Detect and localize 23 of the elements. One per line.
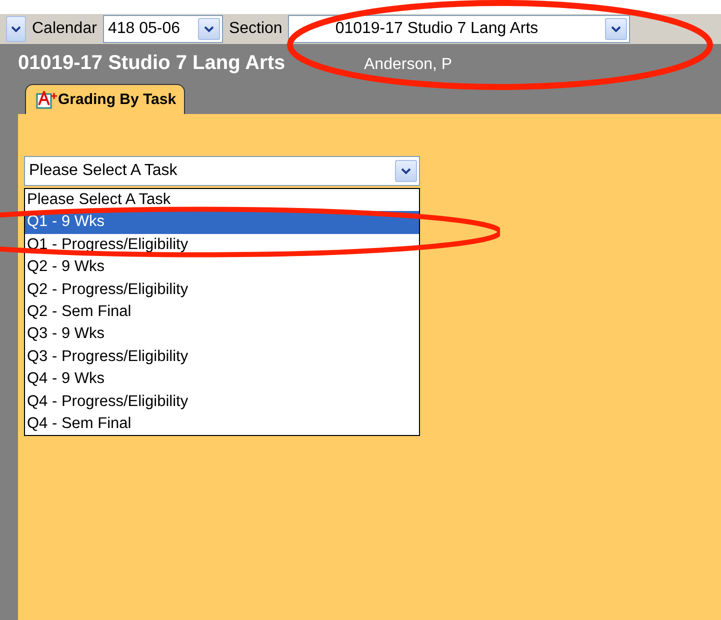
chevron-down-icon — [401, 168, 411, 174]
dropdown-button[interactable] — [6, 16, 26, 42]
task-option[interactable]: Please Select A Task — [25, 189, 419, 212]
section-dropdown[interactable]: 01019-17 Studio 7 Lang Arts — [288, 15, 630, 43]
grade-icon — [36, 90, 58, 108]
chevron-down-icon — [204, 26, 214, 32]
tab[interactable]: Grading By Task — [25, 84, 186, 114]
task-option[interactable]: Q4 - 9 Wks — [25, 368, 419, 391]
course-title: 01019-17 Studio 7 Lang Arts — [18, 52, 286, 74]
teacher-name: Anderson, P — [364, 56, 452, 74]
task-option[interactable]: Q3 - Progress/Eligibility — [25, 346, 419, 368]
calendar-dropdown[interactable]: 418 05-06 — [102, 15, 223, 43]
task-option[interactable]: Q2 - Progress/Eligibility — [25, 278, 419, 301]
chevron-down-icon — [611, 26, 622, 32]
task-option[interactable]: Q3 - 9 Wks — [25, 323, 419, 346]
task-option[interactable]: Q2 - 9 Wks — [25, 256, 419, 279]
section-label: Section — [228, 20, 282, 38]
task-option[interactable]: Q4 - Progress/Eligibility — [25, 390, 419, 413]
task-option[interactable]: Q2 - Sem Final — [25, 300, 419, 324]
task-option[interactable]: Q4 - Sem Final — [25, 412, 419, 436]
calendar-label: Calendar — [32, 20, 97, 38]
chevron-down-icon — [11, 26, 21, 32]
task-dropdown[interactable]: Please Select A Task — [24, 156, 420, 186]
